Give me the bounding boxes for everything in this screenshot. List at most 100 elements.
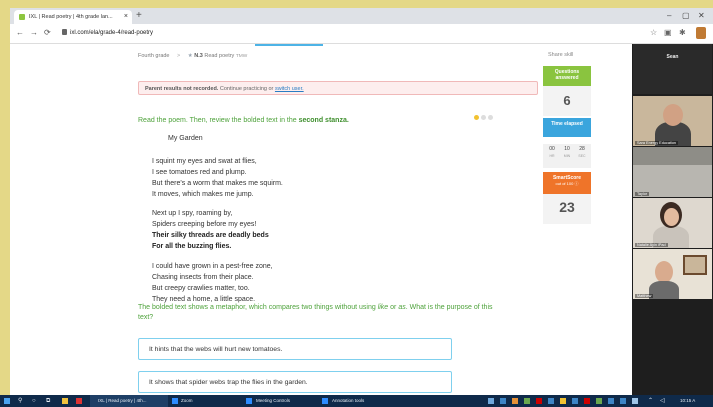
background-wall [633,147,712,165]
breadcrumb: Fourth grade > ★ N.3 Read poetry TMW [138,53,247,59]
answer-option[interactable]: It shows that spider webs trap the flies… [138,371,452,393]
share-skill-link[interactable]: Share skill [548,52,573,58]
task-view-icon[interactable]: ⧉ [46,395,50,407]
person-silhouette [649,281,679,299]
parent-notice: Parent results not recorded. Continue pr… [138,81,538,95]
new-tab-button[interactable]: + [136,9,142,23]
zoom-participant-panel: Sean Sara Energy Education Taylor Natali… [632,44,713,395]
poem-line: I squint my eyes and swat at flies, [152,158,257,165]
answer-option[interactable]: It hints that the webs will hurt new tom… [138,338,452,360]
zoom-icon[interactable] [172,398,178,404]
host-name: Sean [666,54,679,60]
timer-seconds-unit: SEC [578,154,586,158]
participant-name: Matthew [635,294,654,298]
volume-icon[interactable]: ◁ [660,395,665,407]
tab-title: IXL | Read poetry | 4th grade lan... [29,14,113,20]
timer-hours: 00 HR [545,146,559,158]
participant-name: Natalie Ayin iPad [635,243,668,247]
tray-app-icon[interactable] [596,398,602,404]
timer-minutes-unit: MIN [563,154,571,158]
back-icon[interactable]: ← [16,27,24,39]
minimize-button[interactable]: – [667,10,671,22]
tab-close-icon[interactable]: × [124,10,128,24]
tray-app-icon[interactable] [584,398,590,404]
skill-id: TMW [235,54,248,59]
url-field[interactable]: ixl.com/ela/grade-4/read-poetry [70,28,153,38]
clock[interactable]: 10:15 A [680,395,695,407]
dot-icon [488,115,493,120]
network-icon[interactable]: ⌃ [648,395,653,407]
picture-frame [683,255,707,275]
puzzle-icon[interactable]: ✱ [679,28,686,38]
video-tile[interactable]: Taylor [633,147,712,197]
ixl-page: Fourth grade > ★ N.3 Read poetry TMW Sha… [10,44,632,395]
taskbar-app-zoom-label[interactable]: Zoom [181,395,193,407]
info-icon[interactable]: ⓘ [574,181,578,186]
browser-tab[interactable]: IXL | Read poetry | 4th grade lan... × [14,10,132,24]
lock-icon [62,29,67,35]
video-tile[interactable]: Natalie Ayin iPad [633,198,712,248]
time-elapsed-label: Time elapsed [543,118,591,137]
tab-strip: IXL | Read poetry | 4th grade lan... × +… [10,8,713,24]
instruction-bold: second stanza. [298,117,349,124]
smartscore-subtitle: out of 100 ⓘ [543,181,591,187]
timer-minutes: 10 MIN [560,146,574,158]
poem-line-bold: Their silky threads are deadly beds [152,232,269,239]
close-window-button[interactable]: ✕ [698,10,705,22]
maximize-button[interactable]: ▢ [682,10,690,22]
tray-app-icon[interactable] [536,398,542,404]
tray-app-icon[interactable] [548,398,554,404]
progress-accent [255,44,323,46]
forward-icon[interactable]: → [30,27,38,39]
participant-name: Taylor [635,192,650,196]
tray-app-icon[interactable] [488,398,494,404]
questions-answered-value: 6 [563,93,571,108]
questions-answered-label: Questions answered [543,66,591,86]
poem-line: Next up I spy, roaming by, [152,210,233,217]
annotation-icon[interactable] [322,398,328,404]
taskbar-app-meeting-label[interactable]: Meeting Controls [256,395,290,407]
profile-avatar[interactable] [696,27,706,39]
tray-app-icon[interactable] [608,398,614,404]
tray-app-icon[interactable] [524,398,530,404]
question-text: The bolded text shows a metaphor, which … [138,304,493,321]
tray-app-icon[interactable] [632,398,638,404]
tray-app-icon[interactable] [572,398,578,404]
cortana-icon[interactable]: ○ [32,395,36,407]
meeting-controls-icon[interactable] [246,398,252,404]
chrome-icon[interactable] [76,398,82,404]
instruction: Read the poem. Then, review the bolded t… [138,117,349,124]
video-tile-host[interactable]: Sean [633,44,712,94]
bookmark-star-icon[interactable]: ☆ [650,28,657,38]
extension-icon[interactable]: ▣ [664,28,672,38]
dot-icon [474,115,479,120]
timer-hours-unit: HR [549,154,555,158]
windows-start-icon[interactable] [4,398,10,404]
video-tile[interactable]: Sara Energy Education [633,96,712,146]
breadcrumb-grade[interactable]: Fourth grade [138,53,170,59]
star-icon: ★ [187,53,193,59]
person-head [663,104,683,126]
notice-text: Continue practicing or [219,86,274,92]
audio-dots[interactable] [474,107,495,125]
poem-line-bold: For all the buzzing flies. [152,243,232,250]
file-explorer-icon[interactable] [62,398,68,404]
dot-icon [481,115,486,120]
participant-name: Sara Energy Education [635,141,679,145]
poem-line: Chasing insects from their place. [152,274,254,281]
video-tile[interactable]: Matthew [633,249,712,299]
tray-app-icon[interactable] [500,398,506,404]
poem-line: I could have grown in a pest-free zone, [152,263,273,270]
timer-seconds-value: 28 [579,146,585,152]
skill-code: N.3 [194,53,203,59]
tray-app-icon[interactable] [560,398,566,404]
taskbar-app-annotation-label[interactable]: Annotation tools [332,395,364,407]
reload-icon[interactable]: ⟳ [44,27,51,39]
poem-line: But creepy crawlies matter, too. [152,285,250,292]
tray-app-icon[interactable] [512,398,518,404]
switch-user-link[interactable]: switch user. [275,86,304,92]
tray-app-icon[interactable] [620,398,626,404]
search-icon[interactable]: ⚲ [18,395,22,407]
windows-taskbar: ⚲ ○ ⧉ IXL | Read poetry | 4th... Zoom Me… [0,395,713,407]
smartscore-sub-text: out of 100 [555,181,574,186]
